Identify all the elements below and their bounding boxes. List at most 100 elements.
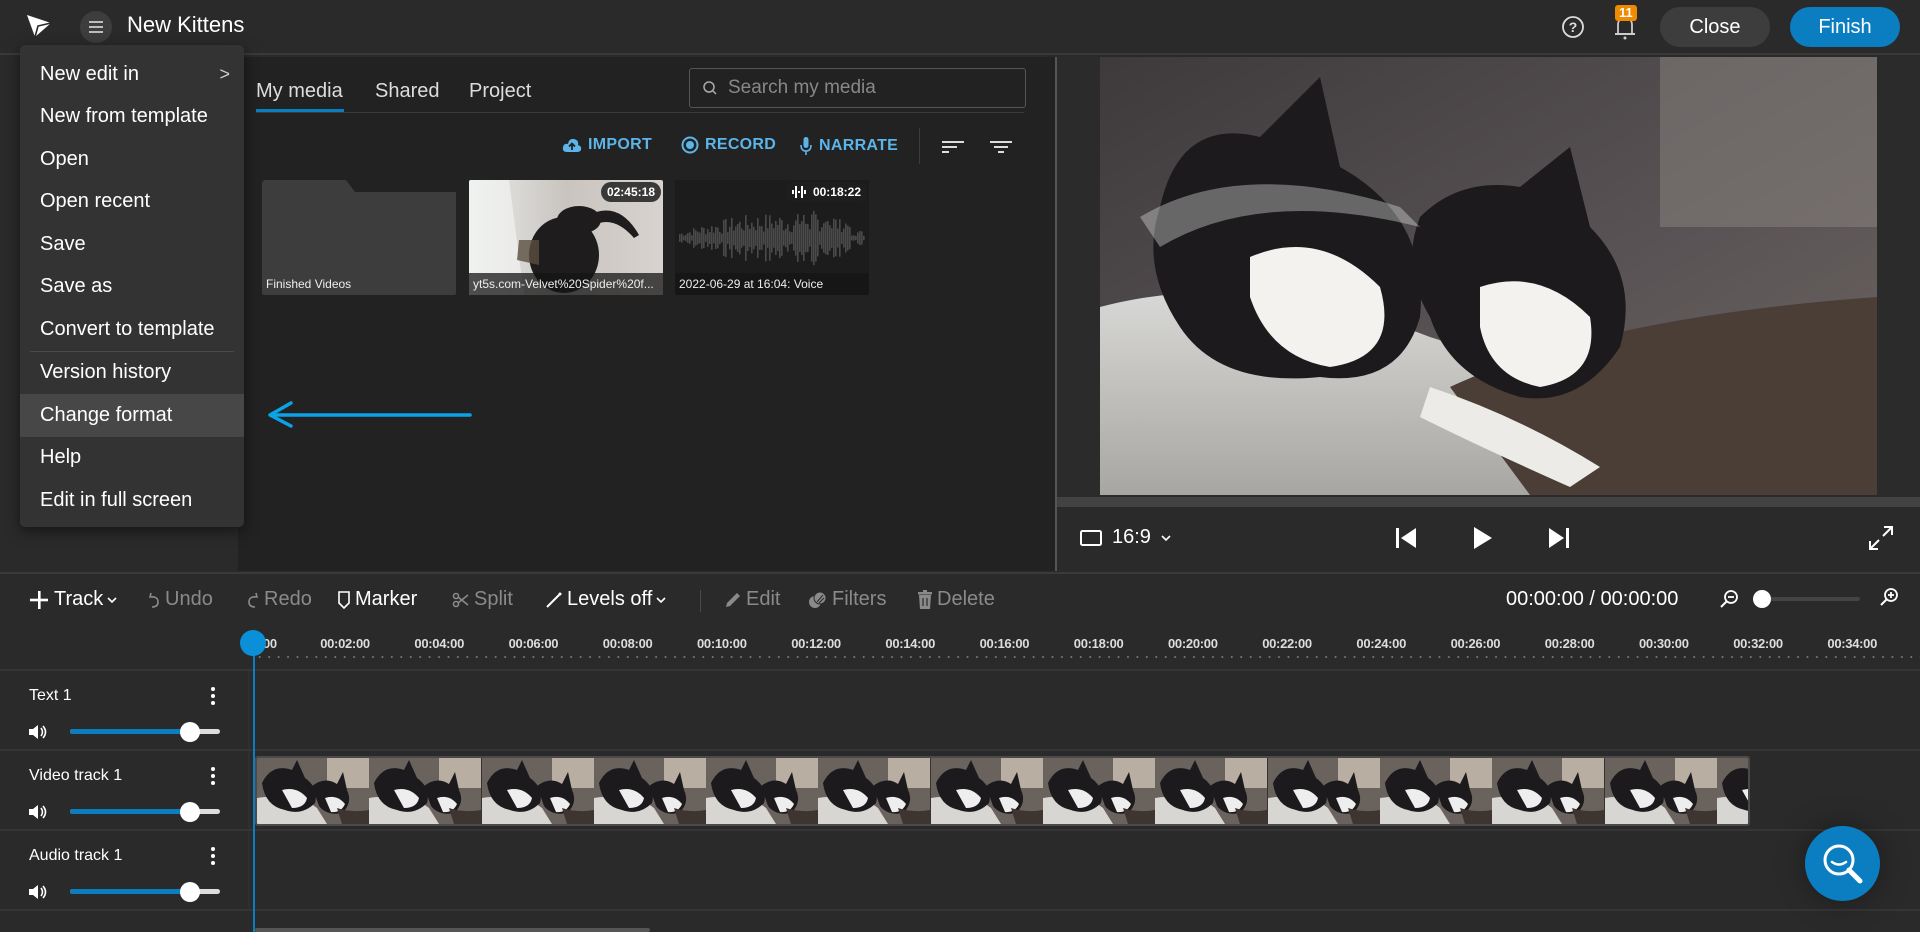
record-button[interactable]: RECORD: [681, 136, 776, 154]
waveform-bar: [831, 228, 833, 248]
levels-dropdown[interactable]: Levels off: [545, 588, 666, 611]
waveform-bar: [735, 226, 737, 250]
undo-button[interactable]: Undo: [147, 588, 213, 611]
menu-item-version-history[interactable]: Version history: [20, 352, 244, 395]
sort-icon[interactable]: [941, 138, 965, 156]
pencil-icon: [726, 592, 740, 607]
waveform-bar: [755, 230, 757, 246]
zoom-out-icon[interactable]: [1718, 588, 1740, 610]
filter-icon[interactable]: [989, 138, 1013, 156]
skip-to-start-icon[interactable]: [1392, 523, 1422, 553]
record-label: RECORD: [705, 136, 777, 153]
edit-button[interactable]: Edit: [724, 588, 780, 611]
menu-item-edit-full-screen[interactable]: Edit in full screen: [20, 479, 244, 522]
waveform-bar: [741, 228, 743, 248]
waveform-bar: [701, 227, 703, 249]
media-item-audio[interactable]: 00:18:22 2022-06-29 at 16:04: Voice: [675, 180, 869, 295]
active-tab-indicator: [256, 109, 344, 112]
delete-button[interactable]: Delete: [917, 588, 995, 611]
waveform-bar: [837, 228, 839, 248]
microphone-icon: [800, 137, 812, 155]
timeline-horizontal-scrollbar[interactable]: [255, 928, 650, 932]
hamburger-menu-button[interactable]: [80, 11, 112, 43]
menu-item-change-format[interactable]: Change format: [20, 394, 244, 437]
actions-divider: [919, 128, 920, 164]
video-preview[interactable]: [1100, 57, 1877, 495]
menu-item-help[interactable]: Help: [20, 437, 244, 480]
waveform-bar: [829, 225, 831, 251]
waveform-bar: [855, 235, 857, 241]
video-clip[interactable]: [255, 756, 1750, 826]
ruler-tick-label: 00:12:00: [791, 636, 841, 651]
redo-button[interactable]: Redo: [246, 588, 312, 611]
search-icon: [703, 81, 717, 95]
marker-label: Marker: [355, 588, 418, 610]
waveform-bar: [851, 235, 853, 241]
app-logo-icon[interactable]: [26, 14, 52, 38]
clip-thumbnail-frame: [369, 758, 482, 824]
close-button[interactable]: Close: [1660, 7, 1770, 47]
waveform-bar: [819, 231, 821, 245]
notification-badge: 11: [1615, 5, 1637, 21]
playhead-handle[interactable]: [240, 630, 266, 656]
tab-my-media[interactable]: My media: [256, 80, 343, 103]
media-item-video[interactable]: 02:45:18 yt5s.com-Velvet%20Spider%20f...: [469, 180, 663, 295]
speaker-icon[interactable]: [27, 882, 49, 902]
waveform-bar: [791, 232, 793, 244]
import-button[interactable]: IMPORT: [562, 136, 652, 154]
waveform-bar: [795, 220, 797, 256]
marker-button[interactable]: Marker: [337, 588, 417, 611]
waveform-bar: [737, 223, 739, 253]
menu-item-save-as[interactable]: Save as: [20, 266, 244, 309]
cloud-upload-icon: [562, 138, 582, 152]
finish-button[interactable]: Finish: [1790, 7, 1900, 47]
waveform-bar: [729, 226, 731, 250]
menu-item-open[interactable]: Open: [20, 138, 244, 181]
zoom-in-icon[interactable]: [1878, 586, 1900, 608]
waveform-bar: [813, 210, 815, 266]
ruler-tick-label: 00:14:00: [885, 636, 936, 651]
project-title[interactable]: New Kittens: [127, 12, 244, 38]
menu-item-new-edit-in[interactable]: New edit in >: [20, 53, 244, 96]
menu-item-new-from-template[interactable]: New from template: [20, 96, 244, 139]
menu-item-convert-to-template[interactable]: Convert to template: [20, 308, 244, 351]
filters-button[interactable]: Filters: [808, 588, 886, 611]
fullscreen-icon[interactable]: [1866, 523, 1896, 553]
volume-slider[interactable]: [70, 882, 220, 902]
tab-shared[interactable]: Shared: [375, 80, 440, 103]
media-item-folder[interactable]: Finished Videos: [262, 180, 456, 295]
track-options-icon[interactable]: [207, 765, 219, 787]
track-options-icon[interactable]: [207, 685, 219, 707]
aspect-ratio-dropdown[interactable]: 16:9: [1080, 526, 1171, 549]
skip-to-end-icon[interactable]: [1543, 523, 1573, 553]
menu-item-open-recent[interactable]: Open recent: [20, 181, 244, 224]
volume-slider[interactable]: [70, 722, 220, 742]
redo-label: Redo: [264, 588, 312, 610]
speaker-icon[interactable]: [27, 802, 49, 822]
track-name: Text 1: [29, 687, 72, 704]
waveform-bar: [863, 235, 865, 241]
trash-icon: [918, 589, 932, 609]
search-input[interactable]: [728, 77, 1008, 99]
tab-project[interactable]: Project: [469, 80, 531, 103]
waveform-bar: [697, 231, 699, 245]
media-item-name: 2022-06-29 at 16:04: Voice: [675, 273, 869, 295]
waveform-bar: [833, 218, 835, 258]
help-search-button[interactable]: [1805, 826, 1880, 901]
zoom-slider-thumb[interactable]: [1753, 590, 1771, 608]
waveform-bar: [801, 221, 803, 255]
play-icon[interactable]: [1467, 523, 1497, 553]
help-circle-icon[interactable]: ?: [1561, 15, 1585, 39]
search-box[interactable]: [689, 68, 1026, 108]
track-options-icon[interactable]: [207, 845, 219, 867]
waveform-bar: [845, 223, 847, 253]
add-track-button[interactable]: Track: [28, 588, 117, 611]
narrate-button[interactable]: NARRATE: [799, 136, 898, 156]
preview-scrub-bar[interactable]: [1057, 497, 1920, 507]
split-button[interactable]: Split: [452, 588, 513, 611]
clip-thumbnail-frame: [1267, 758, 1380, 824]
clip-thumbnail-frame: [1155, 758, 1268, 824]
volume-slider[interactable]: [70, 802, 220, 822]
speaker-icon[interactable]: [27, 722, 49, 742]
menu-item-save[interactable]: Save: [20, 223, 244, 266]
